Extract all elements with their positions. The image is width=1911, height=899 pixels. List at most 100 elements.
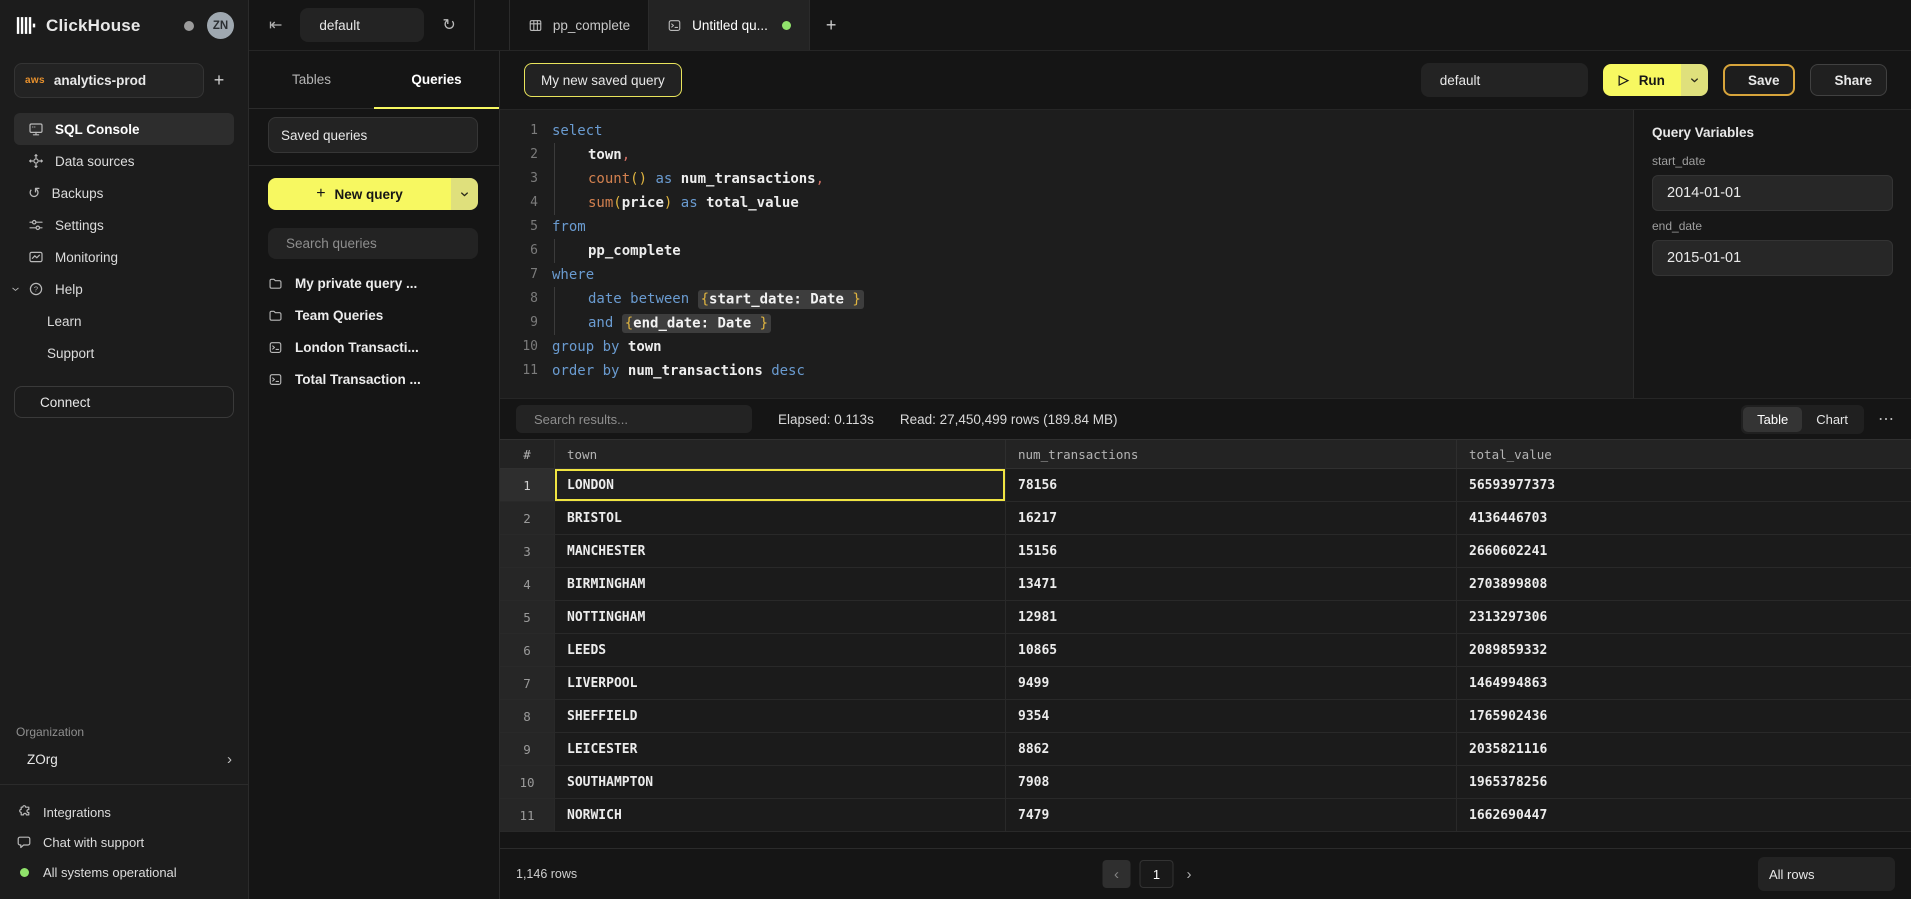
sidebar-footer-item-integrations[interactable]: Integrations <box>16 797 232 827</box>
panel-tab-queries[interactable]: Queries <box>374 51 499 108</box>
new-query-button[interactable]: + New query <box>268 178 478 210</box>
row-index[interactable]: 9 <box>500 733 555 766</box>
sidebar-item-data-sources[interactable]: Data sources <box>14 145 234 177</box>
database-selector-run[interactable]: default <box>1421 63 1588 97</box>
cell-town[interactable]: LEEDS <box>555 634 1006 667</box>
sidebar-item-learn[interactable]: Learn <box>14 305 234 337</box>
cell-num-transactions[interactable]: 8862 <box>1006 733 1457 766</box>
workspace-selector[interactable]: aws analytics-prod <box>14 63 204 98</box>
cell-total-value[interactable]: 2703899808 <box>1457 568 1911 601</box>
saved-query-tab[interactable]: My new saved query <box>524 63 682 97</box>
variable-input-end-date[interactable] <box>1652 240 1893 276</box>
database-selector-topbar[interactable]: default <box>300 8 424 42</box>
cell-num-transactions[interactable]: 13471 <box>1006 568 1457 601</box>
cell-total-value[interactable]: 1965378256 <box>1457 766 1911 799</box>
panel-tab-tables[interactable]: Tables <box>249 51 374 108</box>
cell-town[interactable]: SOUTHAMPTON <box>555 766 1006 799</box>
sidebar-item-backups[interactable]: ↺Backups <box>14 177 234 209</box>
cell-num-transactions[interactable]: 9499 <box>1006 667 1457 700</box>
cell-num-transactions[interactable]: 12981 <box>1006 601 1457 634</box>
add-service-button[interactable]: + <box>204 70 234 91</box>
cell-town[interactable]: LIVERPOOL <box>555 667 1006 700</box>
variable-input-start-date[interactable] <box>1652 175 1893 211</box>
row-index[interactable]: 2 <box>500 502 555 535</box>
prev-page-button[interactable]: ‹ <box>1103 860 1131 888</box>
row-index[interactable]: 8 <box>500 700 555 733</box>
more-options-icon[interactable]: ⋯ <box>1878 409 1895 429</box>
cell-town[interactable]: MANCHESTER <box>555 535 1006 568</box>
saved-queries-filter[interactable]: Saved queries <box>268 117 478 153</box>
cell-total-value[interactable]: 56593977373 <box>1457 469 1911 502</box>
line-number: 10 <box>500 335 538 359</box>
cell-num-transactions[interactable]: 15156 <box>1006 535 1457 568</box>
row-index[interactable]: 4 <box>500 568 555 601</box>
row-index[interactable]: 6 <box>500 634 555 667</box>
new-query-menu-button[interactable] <box>451 178 478 210</box>
row-index[interactable]: 5 <box>500 601 555 634</box>
cell-town[interactable]: BIRMINGHAM <box>555 568 1006 601</box>
cell-total-value[interactable]: 1765902436 <box>1457 700 1911 733</box>
view-table-button[interactable]: Table <box>1743 407 1802 432</box>
row-index[interactable]: 1 <box>500 469 555 502</box>
run-button[interactable]: ▷ Run <box>1603 64 1681 96</box>
cell-num-transactions[interactable]: 9354 <box>1006 700 1457 733</box>
help-icon: ? <box>28 281 44 297</box>
cell-total-value[interactable]: 2660602241 <box>1457 535 1911 568</box>
sidebar-footer-item-chat-with-support[interactable]: Chat with support <box>16 827 232 857</box>
cell-num-transactions[interactable]: 78156 <box>1006 469 1457 502</box>
cell-total-value[interactable]: 2035821116 <box>1457 733 1911 766</box>
run-options-button[interactable] <box>1681 64 1708 96</box>
refresh-icon[interactable]: ↻ <box>442 15 455 35</box>
saved-query-item[interactable]: London Transacti... <box>268 331 478 363</box>
current-page[interactable]: 1 <box>1140 860 1174 888</box>
search-results-input[interactable] <box>534 412 742 427</box>
cell-town[interactable]: NOTTINGHAM <box>555 601 1006 634</box>
cell-town[interactable]: LONDON <box>555 469 1006 502</box>
new-tab-button[interactable]: + <box>826 15 837 36</box>
sidebar-item-help[interactable]: ?Help <box>14 273 234 305</box>
cell-num-transactions[interactable]: 7908 <box>1006 766 1457 799</box>
share-button[interactable]: Share <box>1810 64 1887 96</box>
cell-num-transactions[interactable]: 16217 <box>1006 502 1457 535</box>
view-chart-button[interactable]: Chart <box>1802 407 1862 432</box>
avatar[interactable]: ZN <box>207 12 234 39</box>
column-header-index[interactable]: # <box>500 440 555 468</box>
sidebar-item-settings[interactable]: Settings <box>14 209 234 241</box>
sidebar-item-monitoring[interactable]: Monitoring <box>14 241 234 273</box>
row-index[interactable]: 7 <box>500 667 555 700</box>
saved-query-item[interactable]: Total Transaction ... <box>268 363 478 395</box>
cell-total-value[interactable]: 4136446703 <box>1457 502 1911 535</box>
cell-total-value[interactable]: 2313297306 <box>1457 601 1911 634</box>
column-header-num-transactions[interactable]: num_transactions <box>1006 440 1457 468</box>
cell-town[interactable]: BRISTOL <box>555 502 1006 535</box>
cell-num-transactions[interactable]: 7479 <box>1006 799 1457 832</box>
page-size-selector[interactable]: All rows <box>1758 857 1895 891</box>
cell-town[interactable]: NORWICH <box>555 799 1006 832</box>
organization-row[interactable]: ZOrg › <box>16 751 232 768</box>
save-button[interactable]: Save <box>1723 64 1796 96</box>
search-queries-input[interactable] <box>286 236 468 251</box>
column-header-total-value[interactable]: total_value <box>1457 440 1911 468</box>
sidebar-item-support[interactable]: Support <box>14 337 234 369</box>
collapse-sidebar-icon[interactable]: ⇤ <box>269 15 282 35</box>
sql-editor[interactable]: 1select2town,3count() as num_transaction… <box>500 110 1634 398</box>
row-index[interactable]: 3 <box>500 535 555 568</box>
cell-total-value[interactable]: 2089859332 <box>1457 634 1911 667</box>
tab-pp-complete[interactable]: pp_complete <box>509 0 648 50</box>
sidebar-footer-item-all-systems-operational[interactable]: All systems operational <box>16 857 232 887</box>
sidebar-item-label: Learn <box>47 314 82 329</box>
saved-query-item[interactable]: My private query ... <box>268 267 478 299</box>
saved-query-item[interactable]: Team Queries <box>268 299 478 331</box>
column-header-town[interactable]: town <box>555 440 1006 468</box>
sidebar-item-sql-console[interactable]: SQL Console <box>14 113 234 145</box>
row-index[interactable]: 11 <box>500 799 555 832</box>
cell-num-transactions[interactable]: 10865 <box>1006 634 1457 667</box>
next-page-button[interactable]: › <box>1183 866 1196 883</box>
row-index[interactable]: 10 <box>500 766 555 799</box>
connect-button[interactable]: Connect <box>14 386 234 418</box>
cell-total-value[interactable]: 1662690447 <box>1457 799 1911 832</box>
cell-town[interactable]: LEICESTER <box>555 733 1006 766</box>
tab-untitled-qu[interactable]: Untitled qu... <box>648 0 810 50</box>
cell-total-value[interactable]: 1464994863 <box>1457 667 1911 700</box>
cell-town[interactable]: SHEFFIELD <box>555 700 1006 733</box>
